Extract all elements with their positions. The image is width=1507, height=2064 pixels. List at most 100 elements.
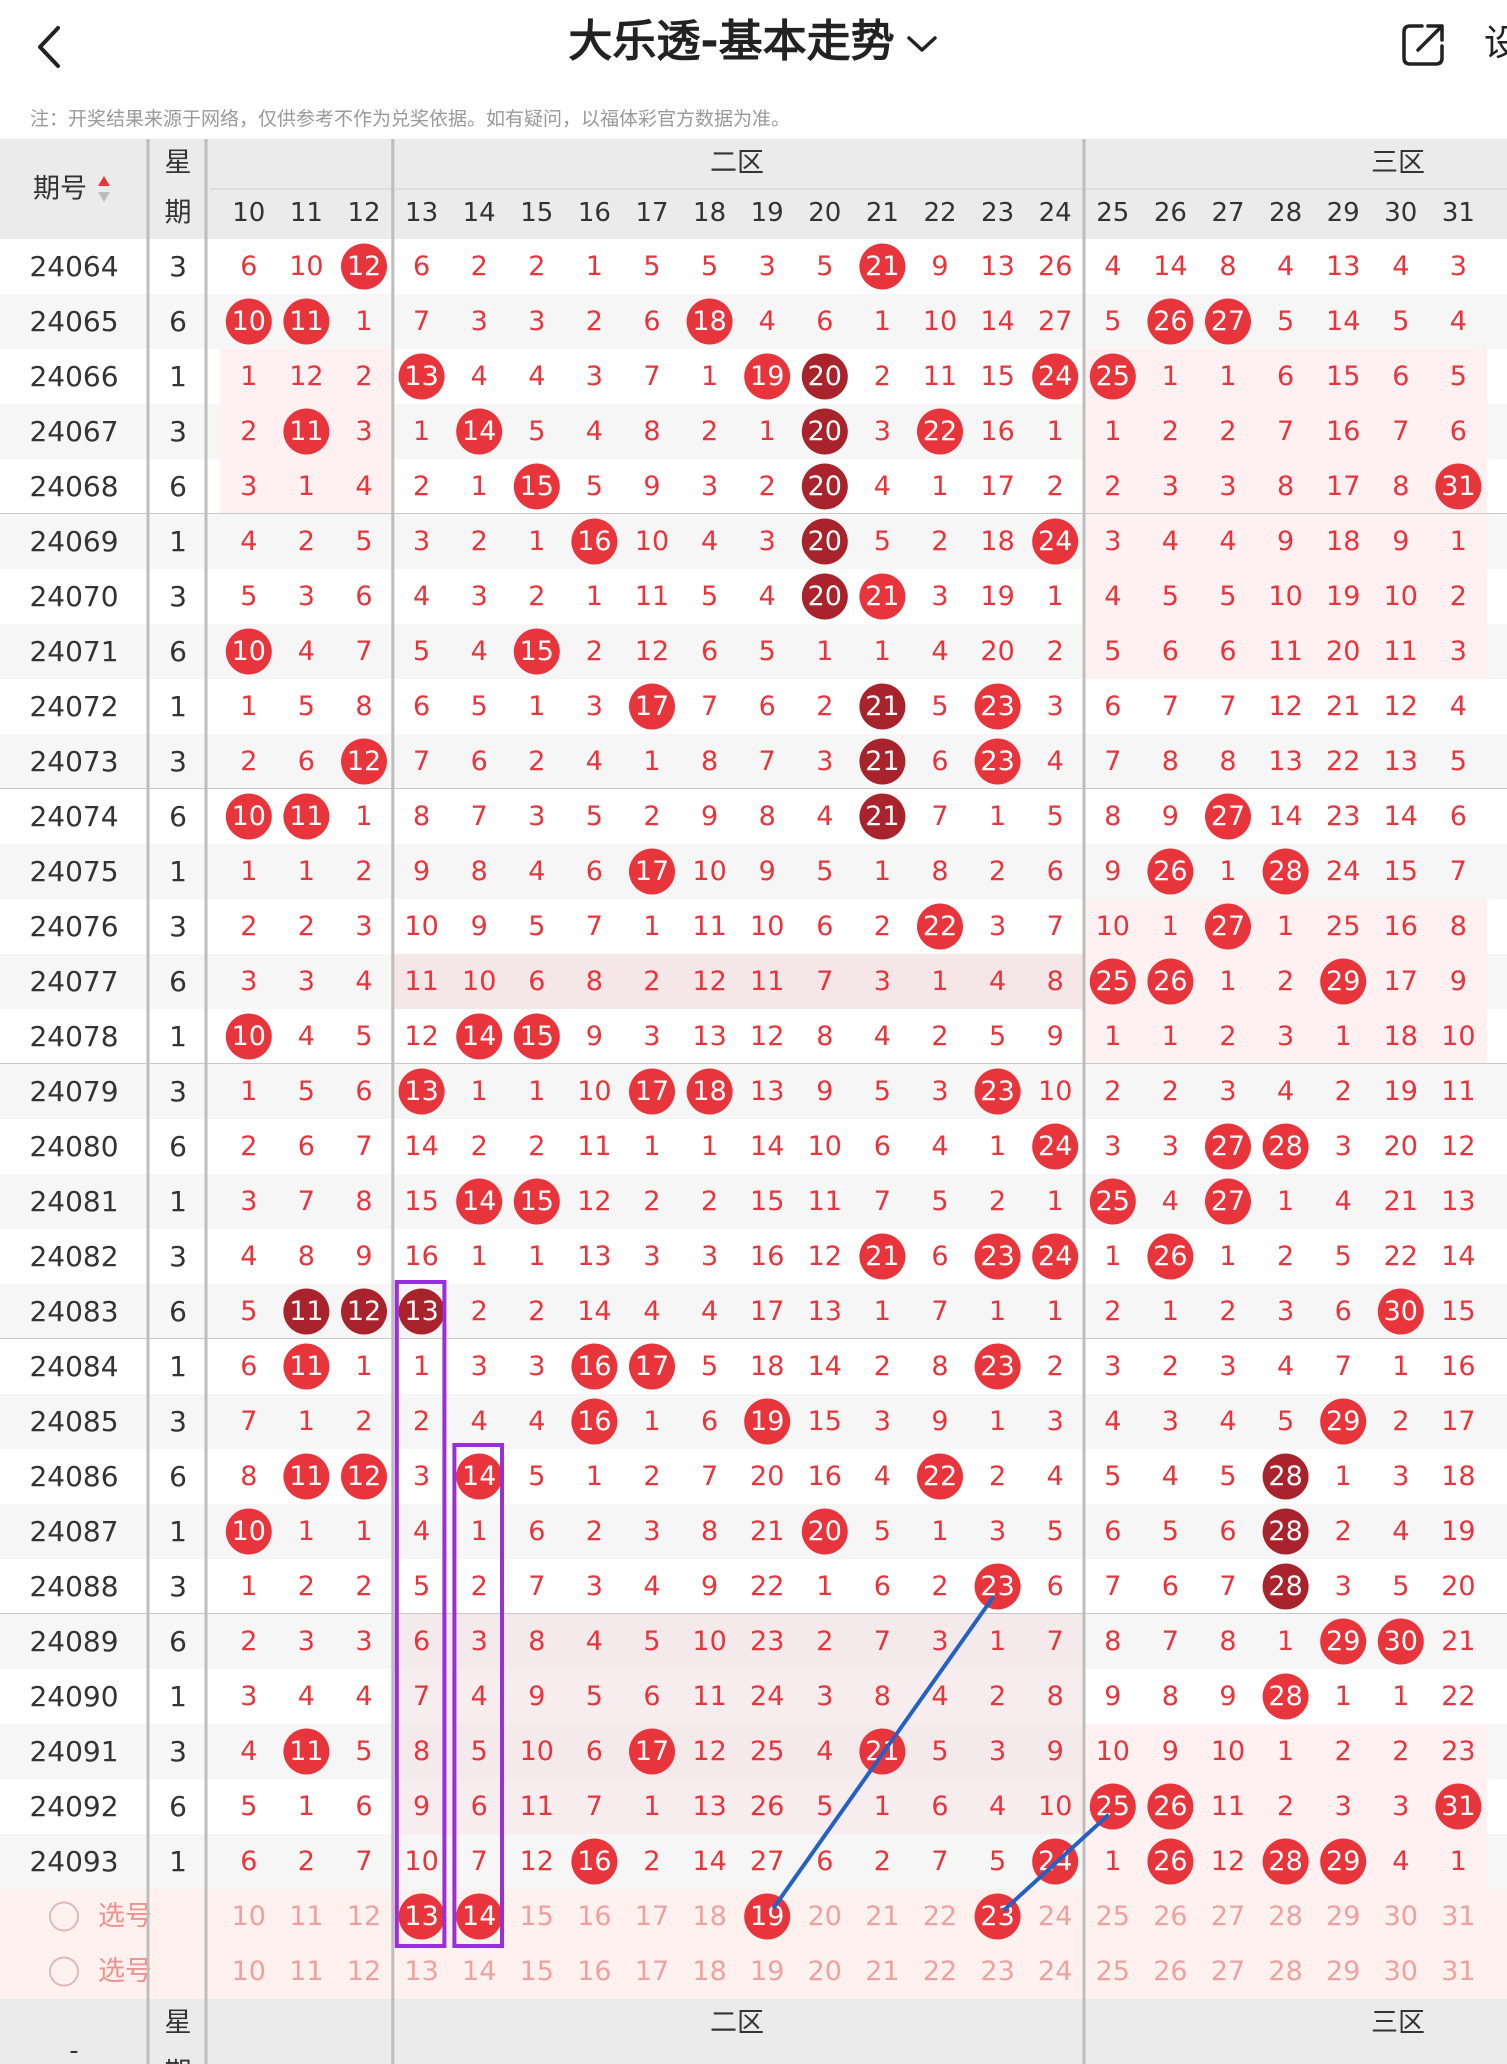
select-number-option[interactable]: 17 bbox=[635, 1901, 669, 1932]
select-number-option[interactable]: 16 bbox=[577, 1901, 611, 1932]
select-number-option[interactable]: 21 bbox=[865, 1956, 899, 1987]
omission-value: 1 bbox=[240, 1571, 257, 1602]
select-number-option[interactable]: 10 bbox=[232, 1901, 266, 1932]
omission-value: 14 bbox=[692, 1846, 726, 1877]
select-number-option[interactable]: 24 bbox=[1038, 1901, 1072, 1932]
omission-value: 1 bbox=[931, 471, 948, 502]
omission-value: 7 bbox=[1104, 1571, 1121, 1602]
issue-number: 24065 bbox=[29, 305, 118, 338]
omission-value: 1 bbox=[355, 1516, 372, 1547]
omission-value: 4 bbox=[1392, 251, 1409, 282]
omission-value: 4 bbox=[1219, 1406, 1236, 1437]
select-number-option[interactable]: 15 bbox=[520, 1956, 554, 1987]
omission-value: 3 bbox=[298, 966, 315, 997]
share-button[interactable] bbox=[1398, 18, 1450, 70]
select-number-option[interactable]: 20 bbox=[808, 1956, 842, 1987]
omission-value: 15 bbox=[1441, 1296, 1475, 1327]
select-number-option[interactable]: 31 bbox=[1441, 1956, 1475, 1987]
omission-value: 5 bbox=[586, 471, 603, 502]
omission-value: 24 bbox=[750, 1681, 784, 1712]
select-number-option[interactable]: 21 bbox=[865, 1901, 899, 1932]
drawn-ball-number: 15 bbox=[520, 1021, 554, 1052]
select-number-option[interactable]: 18 bbox=[692, 1901, 726, 1932]
omission-value: 4 bbox=[1162, 1461, 1179, 1492]
weekday-value: 1 bbox=[169, 690, 187, 723]
chevron-down-icon bbox=[905, 33, 939, 55]
omission-value: 6 bbox=[471, 1791, 488, 1822]
select-number-option[interactable]: 29 bbox=[1326, 1956, 1360, 1987]
select-number-option[interactable]: 26 bbox=[1153, 1956, 1187, 1987]
omission-value: 3 bbox=[1104, 1131, 1121, 1162]
omission-value: 7 bbox=[643, 361, 660, 392]
select-number-option[interactable]: 27 bbox=[1211, 1956, 1245, 1987]
select-number-option[interactable]: 14 bbox=[462, 1956, 496, 1987]
omission-value: 13 bbox=[808, 1296, 842, 1327]
omission-value: 9 bbox=[413, 856, 430, 887]
omission-value: 3 bbox=[989, 1736, 1006, 1767]
select-number-option[interactable]: 12 bbox=[347, 1956, 381, 1987]
select-number-option[interactable]: 27 bbox=[1211, 1901, 1245, 1932]
omission-value: 12 bbox=[808, 1241, 842, 1272]
select-number-option[interactable]: 22 bbox=[923, 1956, 957, 1987]
select-number-option[interactable]: 12 bbox=[347, 1901, 381, 1932]
drawn-ball-number: 26 bbox=[1153, 966, 1187, 997]
weekday-value: 1 bbox=[169, 525, 187, 558]
omission-value: 1 bbox=[471, 1241, 488, 1272]
weekday-value: 1 bbox=[169, 1845, 187, 1878]
omission-value: 12 bbox=[750, 1021, 784, 1052]
select-number-option[interactable]: 17 bbox=[635, 1956, 669, 1987]
select-number-option[interactable]: 16 bbox=[577, 1956, 611, 1987]
omission-value: 6 bbox=[701, 636, 718, 667]
weekday-value: 3 bbox=[169, 745, 187, 778]
omission-value: 2 bbox=[240, 1626, 257, 1657]
select-number-option[interactable]: 11 bbox=[289, 1901, 323, 1932]
omission-value: 6 bbox=[586, 856, 603, 887]
select-number-option[interactable]: 20 bbox=[808, 1901, 842, 1932]
footer-zone3-label: 三区 bbox=[1371, 2008, 1425, 2039]
select-number-option[interactable]: 13 bbox=[404, 1956, 438, 1987]
omission-value: 3 bbox=[355, 416, 372, 447]
select-number-option[interactable]: 11 bbox=[289, 1956, 323, 1987]
drawn-ball-number: 10 bbox=[232, 1516, 266, 1547]
select-row-label: 选号 bbox=[98, 1901, 152, 1932]
omission-value: 2 bbox=[413, 1406, 430, 1437]
select-number-option[interactable]: 28 bbox=[1268, 1901, 1302, 1932]
omission-value: 9 bbox=[1104, 856, 1121, 887]
select-number-option[interactable]: 10 bbox=[232, 1956, 266, 1987]
drawn-ball-number: 25 bbox=[1096, 1791, 1130, 1822]
settings-button[interactable]: 设 bbox=[1484, 18, 1507, 70]
omission-value: 6 bbox=[643, 306, 660, 337]
page-title[interactable]: 大乐透-基本走势 bbox=[0, 10, 1507, 74]
select-number-option[interactable]: 22 bbox=[923, 1901, 957, 1932]
select-number-option[interactable]: 30 bbox=[1384, 1956, 1418, 1987]
select-number-option[interactable]: 19 bbox=[750, 1956, 784, 1987]
omission-value: 14 bbox=[980, 306, 1014, 337]
drawn-ball-number: 15 bbox=[520, 471, 554, 502]
omission-value: 1 bbox=[1047, 581, 1064, 612]
omission-value: 8 bbox=[816, 1021, 833, 1052]
select-number-option[interactable]: 24 bbox=[1038, 1956, 1072, 1987]
weekday-value: 6 bbox=[169, 470, 187, 503]
omission-value: 4 bbox=[759, 581, 776, 612]
omission-value: 14 bbox=[1268, 801, 1302, 832]
omission-value: 2 bbox=[1047, 636, 1064, 667]
omission-value: 1 bbox=[1219, 361, 1236, 392]
select-number-option[interactable]: 26 bbox=[1153, 1901, 1187, 1932]
select-number-option[interactable]: 28 bbox=[1268, 1956, 1302, 1987]
omission-value: 6 bbox=[931, 746, 948, 777]
select-number-option[interactable]: 25 bbox=[1096, 1956, 1130, 1987]
select-number-option[interactable]: 23 bbox=[980, 1956, 1014, 1987]
omission-value: 5 bbox=[355, 526, 372, 557]
omission-value: 15 bbox=[808, 1406, 842, 1437]
issue-number: 24071 bbox=[29, 635, 118, 668]
omission-value: 1 bbox=[298, 471, 315, 502]
select-number-option[interactable]: 18 bbox=[692, 1956, 726, 1987]
omission-value: 4 bbox=[874, 1461, 891, 1492]
select-number-option[interactable]: 31 bbox=[1441, 1901, 1475, 1932]
drawn-ball-number: 28 bbox=[1268, 856, 1302, 887]
select-number-option[interactable]: 15 bbox=[520, 1901, 554, 1932]
select-number-option[interactable]: 30 bbox=[1384, 1901, 1418, 1932]
select-number-option[interactable]: 29 bbox=[1326, 1901, 1360, 1932]
select-number-option[interactable]: 25 bbox=[1096, 1901, 1130, 1932]
omission-value: 7 bbox=[471, 1846, 488, 1877]
